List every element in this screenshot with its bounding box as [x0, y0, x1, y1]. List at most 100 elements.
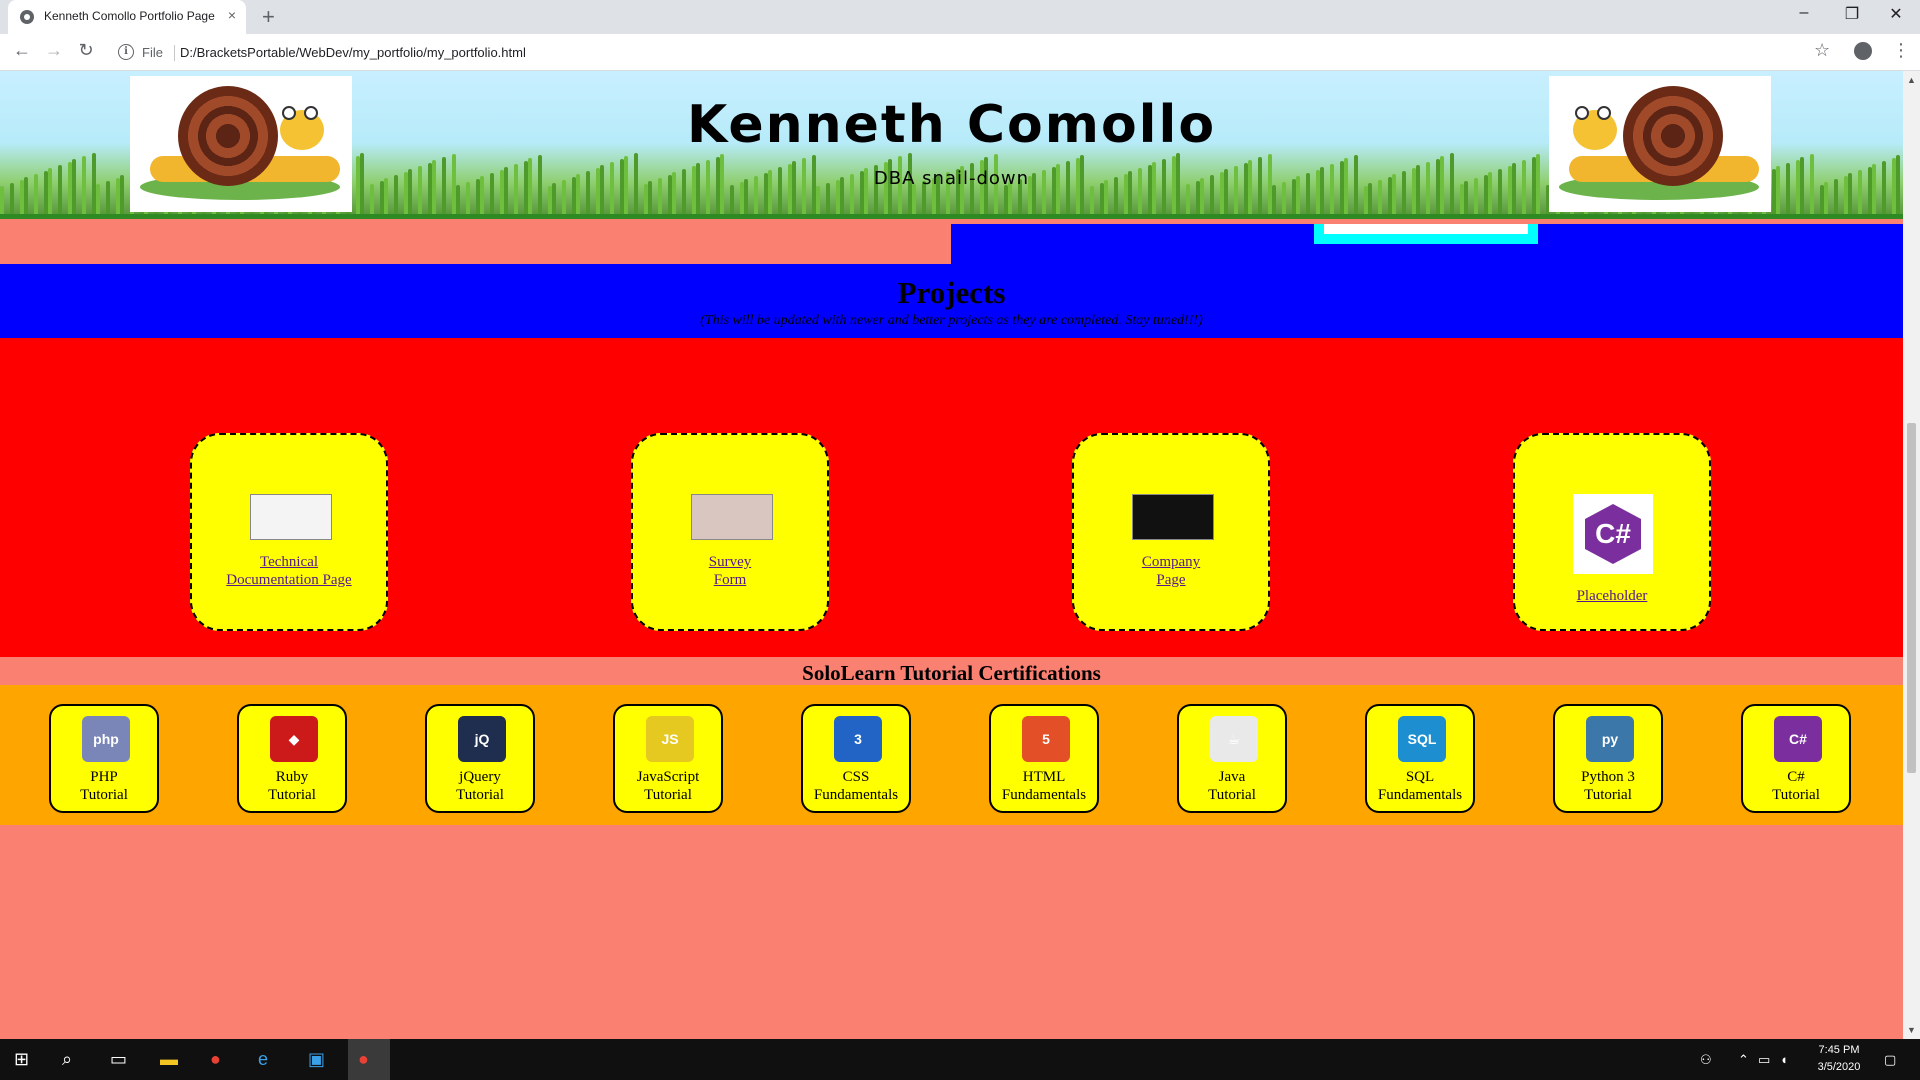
cert-card[interactable]: C# C# Tutorial	[1741, 704, 1851, 813]
notifications-icon[interactable]: ▢	[1884, 1052, 1896, 1068]
url-text[interactable]: D:/BracketsPortable/WebDev/my_portfolio/…	[180, 45, 526, 60]
edge-icon[interactable]: e	[258, 1049, 268, 1070]
grass-blade	[1272, 185, 1276, 214]
cert-label-line1: Python 3	[1581, 769, 1635, 785]
info-icon[interactable]: i	[118, 44, 134, 60]
cert-label-line2: Tutorial	[1208, 787, 1256, 803]
cert-label: Python 3 Tutorial	[1557, 768, 1659, 804]
cert-label-line2: Tutorial	[268, 787, 316, 803]
cert-card[interactable]: ☕ Java Tutorial	[1177, 704, 1287, 813]
bookmark-star-icon[interactable]: ☆	[1814, 40, 1830, 61]
cert-label: CSS Fundamentals	[805, 768, 907, 804]
chrome-active-icon[interactable]: ●	[358, 1049, 369, 1070]
project-thumbnail	[1132, 494, 1214, 540]
tray-chevron-icon[interactable]: ⌃	[1738, 1052, 1749, 1068]
cert-label-line2: Fundamentals	[813, 787, 899, 803]
cert-logo-icon: ☕	[1210, 716, 1258, 762]
project-link[interactable]: Placeholder	[1535, 587, 1689, 605]
cert-logo-icon: 5	[1022, 716, 1070, 762]
cert-logo-icon: jQ	[458, 716, 506, 762]
tab-active[interactable]: Kenneth Comollo Portfolio Page ×	[8, 0, 246, 34]
cert-logo-icon: php	[82, 716, 130, 762]
volume-icon[interactable]: ◖	[1780, 1052, 1788, 1067]
cert-label: JavaScript Tutorial	[617, 768, 719, 804]
minimize-button[interactable]: –	[1784, 4, 1824, 22]
cert-card[interactable]: jQ jQuery Tutorial	[425, 704, 535, 813]
grass-blade	[0, 186, 4, 214]
scrollbar[interactable]: ▲ ▼	[1903, 71, 1920, 1039]
grass-blade	[730, 185, 734, 214]
people-icon[interactable]: ⚇	[1700, 1052, 1712, 1068]
clock-time: 7:45 PM	[1818, 1044, 1860, 1056]
address-bar[interactable]: i File D:/BracketsPortable/WebDev/my_por…	[110, 41, 1830, 65]
csharp-logo-text: C#	[1585, 504, 1641, 564]
back-icon[interactable]: ←	[10, 40, 34, 61]
scroll-down-icon[interactable]: ▼	[1907, 1025, 1916, 1035]
chrome-icon[interactable]: ●	[210, 1049, 221, 1070]
cert-label-line1: Java	[1218, 769, 1246, 785]
cert-label: HTML Fundamentals	[993, 768, 1095, 804]
cert-logo-icon: py	[1586, 716, 1634, 762]
cert-label-line2: Tutorial	[644, 787, 692, 803]
cert-card[interactable]: ◆ Ruby Tutorial	[237, 704, 347, 813]
cert-label-line1: SQL	[1405, 769, 1435, 785]
cert-label: PHP Tutorial	[53, 768, 155, 804]
cert-logo-icon: 3	[834, 716, 882, 762]
search-icon[interactable]: ⌕	[62, 1049, 72, 1070]
header-banner: Kenneth Comollo DBA snail-down	[0, 71, 1903, 219]
cert-label: Java Tutorial	[1181, 768, 1283, 804]
network-icon[interactable]: ▭	[1758, 1052, 1770, 1068]
cert-label-line1: Ruby	[275, 769, 309, 785]
restore-button[interactable]: ❐	[1832, 4, 1872, 24]
project-card-company-page[interactable]: Company Page	[1072, 433, 1270, 631]
scrollbar-thumb[interactable]	[1907, 423, 1916, 773]
browser-menu-icon[interactable]: ⋮	[1892, 40, 1910, 61]
nav-highlight-inner	[1324, 224, 1528, 234]
project-thumbnail	[250, 494, 332, 540]
cert-logo-icon: ◆	[270, 716, 318, 762]
csharp-logo-icon: C#	[1573, 494, 1653, 574]
new-tab-button[interactable]: +	[262, 4, 275, 30]
file-explorer-icon[interactable]: ▬	[160, 1049, 178, 1070]
cert-card[interactable]: php PHP Tutorial	[49, 704, 159, 813]
nav-left-strip	[0, 224, 951, 264]
grass-blade	[1090, 186, 1094, 214]
cert-label-line2: Tutorial	[456, 787, 504, 803]
taskbar-active-indicator	[348, 1039, 390, 1080]
cert-label-line1: HTML	[1022, 769, 1066, 785]
project-card-survey-form[interactable]: Survey Form	[631, 433, 829, 631]
cert-card[interactable]: 5 HTML Fundamentals	[989, 704, 1099, 813]
omnibox-divider	[174, 45, 175, 61]
cert-card[interactable]: SQL SQL Fundamentals	[1365, 704, 1475, 813]
forward-icon[interactable]: →	[42, 40, 66, 61]
scroll-up-icon[interactable]: ▲	[1907, 75, 1916, 85]
clock-date: 3/5/2020	[1817, 1061, 1861, 1073]
brackets-icon[interactable]: ▣	[308, 1049, 325, 1070]
projects-title: Projects	[897, 275, 1006, 310]
project-card-placeholder[interactable]: C# Placeholder	[1513, 433, 1711, 631]
project-link[interactable]: Company Page	[1129, 553, 1213, 589]
cert-logo-icon: C#	[1774, 716, 1822, 762]
cert-label-line2: Tutorial	[1772, 787, 1820, 803]
certs-title: SoloLearn Tutorial Certifications	[802, 661, 1101, 685]
taskbar	[0, 1039, 1920, 1080]
cert-label: C# Tutorial	[1745, 768, 1847, 804]
task-view-icon[interactable]: ▭	[110, 1049, 127, 1070]
page-title: Kenneth Comollo	[686, 95, 1217, 155]
windows-start-icon[interactable]: ⊞	[14, 1049, 29, 1070]
project-link[interactable]: Technical Documentation Page	[212, 553, 366, 589]
cert-logo-icon: SQL	[1398, 716, 1446, 762]
page-viewport: Kenneth Comollo DBA snail-down Projects …	[0, 71, 1903, 1039]
reload-icon[interactable]: ↻	[74, 40, 98, 61]
project-card-technical-doc[interactable]: Technical Documentation Page	[190, 433, 388, 631]
account-avatar-icon[interactable]	[1854, 42, 1872, 60]
cert-card[interactable]: 3 CSS Fundamentals	[801, 704, 911, 813]
project-link[interactable]: Survey Form	[693, 553, 767, 589]
project-thumbnail	[691, 494, 773, 540]
clock[interactable]: 7:45 PM 3/5/2020	[1806, 1042, 1872, 1076]
cert-card[interactable]: JS JavaScript Tutorial	[613, 704, 723, 813]
cert-card[interactable]: py Python 3 Tutorial	[1553, 704, 1663, 813]
cert-label: jQuery Tutorial	[429, 768, 531, 804]
close-tab-icon[interactable]: ×	[228, 7, 236, 23]
close-window-button[interactable]: ✕	[1876, 4, 1916, 24]
